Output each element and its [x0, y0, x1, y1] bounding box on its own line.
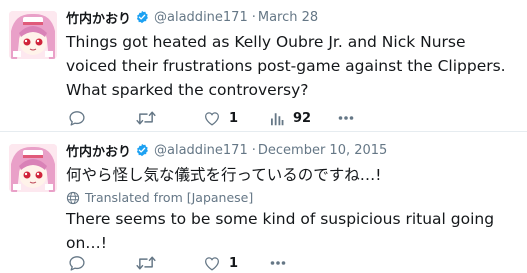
translated-text: There seems to be some kind of suspiciou…	[66, 210, 495, 252]
globe-icon	[66, 191, 80, 204]
avatar[interactable]	[9, 11, 57, 59]
tweet-content: 竹内かおり @aladdine171 · March 28 Things got…	[66, 6, 521, 126]
separator: ·	[251, 142, 256, 158]
tweet-divider	[0, 131, 527, 132]
verified-badge-icon	[136, 143, 148, 157]
separator: ·	[251, 9, 256, 25]
avatar[interactable]	[9, 144, 57, 192]
avatar-image	[9, 11, 57, 59]
tweet-header: 竹内かおり @aladdine171 · March 28	[66, 6, 521, 28]
tweet-1[interactable]: 竹内かおり @aladdine171 · March 28 Things got…	[0, 0, 527, 132]
like-icon	[205, 256, 219, 270]
tweet-text: Things got heated as Kelly Oubre Jr. and…	[66, 33, 506, 99]
handle[interactable]: @aladdine171	[154, 143, 248, 158]
timestamp[interactable]: March 28	[258, 10, 318, 25]
timestamp[interactable]: December 10, 2015	[258, 143, 387, 158]
display-name[interactable]: 竹内かおり	[66, 8, 131, 27]
analytics-button[interactable]: 92	[270, 111, 311, 126]
like-icon	[205, 111, 219, 125]
tweet-content: 竹内かおり @aladdine171 · December 10, 2015 何…	[66, 139, 521, 271]
more-icon	[270, 261, 286, 265]
like-button[interactable]: 1	[204, 111, 238, 126]
reply-button[interactable]	[68, 110, 86, 126]
reply-button[interactable]	[68, 255, 86, 271]
display-name[interactable]: 竹内かおり	[66, 141, 131, 160]
reply-icon	[69, 111, 85, 126]
more-icon	[338, 116, 354, 120]
handle[interactable]: @aladdine171	[154, 10, 248, 25]
reply-icon	[69, 256, 85, 271]
translated-label: Translated from [Japanese]	[85, 190, 254, 205]
view-count: 92	[293, 110, 312, 126]
like-button[interactable]: 1	[204, 256, 238, 271]
like-count: 1	[229, 110, 239, 126]
avatar-image	[9, 144, 57, 192]
retweet-icon	[136, 111, 156, 125]
tweet-header: 竹内かおり @aladdine171 · December 10, 2015	[66, 139, 521, 161]
analytics-icon	[271, 112, 284, 125]
retweet-button[interactable]	[136, 255, 156, 271]
verified-badge-icon	[136, 10, 148, 24]
tweet-text: 何やら怪し気な儀式を行っているのですね…!	[66, 166, 382, 184]
more-button[interactable]	[270, 260, 286, 266]
like-count: 1	[229, 255, 239, 271]
retweet-icon	[136, 256, 156, 270]
retweet-button[interactable]	[136, 110, 156, 126]
more-button[interactable]	[338, 115, 354, 121]
tweet-2[interactable]: 竹内かおり @aladdine171 · December 10, 2015 何…	[0, 133, 527, 273]
translated-from: Translated from [Japanese]	[66, 190, 521, 205]
